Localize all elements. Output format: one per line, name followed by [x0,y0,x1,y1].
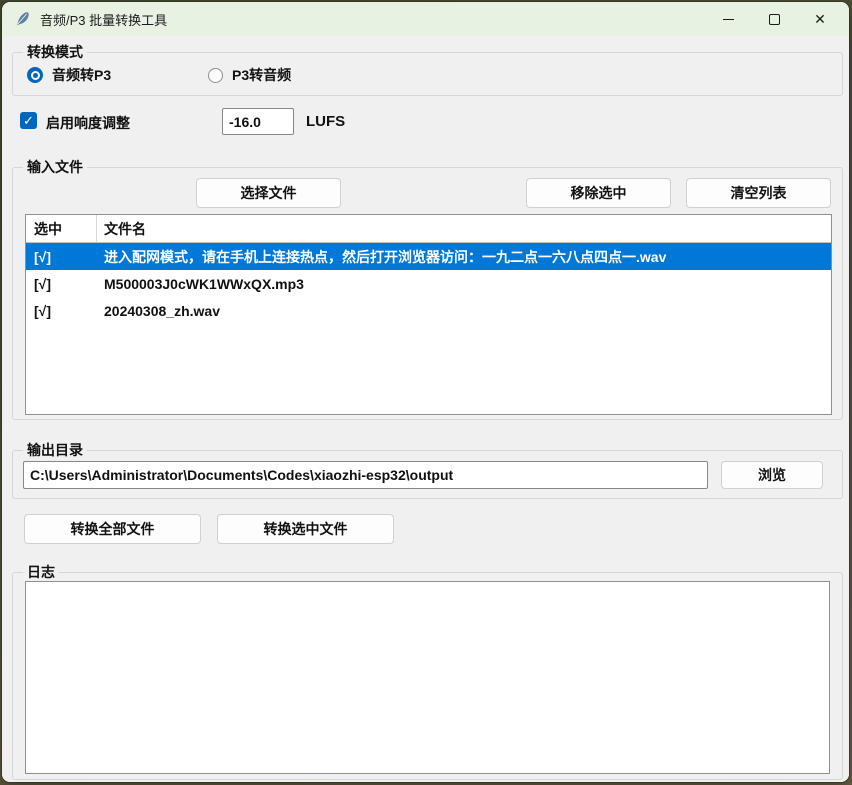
radio-selected-icon [27,67,43,83]
select-files-button[interactable]: 选择文件 [196,178,341,208]
close-button[interactable]: ✕ [797,2,843,36]
log-group-label: 日志 [23,563,59,582]
row-filename-cell: 进入配网模式，请在手机上连接热点，然后打开浏览器访问：一九二点一六八点四点一.w… [97,247,831,267]
mode-group-label: 转换模式 [23,43,87,62]
titlebar[interactable]: 音频/P3 批量转换工具 ✕ [2,2,849,36]
header-checked-column[interactable]: 选中 [26,215,97,242]
row-check-cell: [√] [26,276,97,292]
loudness-checkbox-label: 启用响度调整 [46,113,130,133]
browse-button[interactable]: 浏览 [721,461,823,489]
log-groupbox: 日志 [12,572,843,780]
file-list: 选中 文件名 [√] 进入配网模式，请在手机上连接热点，然后打开浏览器访问：一九… [25,214,832,415]
python-feather-icon[interactable] [15,11,30,27]
radio-unselected-icon [208,68,223,83]
header-filename-column[interactable]: 文件名 [97,215,831,242]
minimize-icon [723,19,734,20]
input-files-group-label: 输入文件 [23,158,87,177]
row-filename-cell: 20240308_zh.wav [97,303,831,319]
client-area: 转换模式 音频转P3 P3转音频 ✓ 启用响度调整 LUFS 输入文件 选择文件… [2,36,849,782]
output-dir-group-label: 输出目录 [23,441,87,460]
output-dir-groupbox: 输出目录 浏览 [12,450,843,499]
row-check-cell: [√] [26,249,97,265]
window-title: 音频/P3 批量转换工具 [40,10,167,29]
output-dir-input[interactable] [23,461,708,489]
minimize-button[interactable] [705,2,751,36]
app-window: 音频/P3 批量转换工具 ✕ 转换模式 音频转P3 P3转音频 ✓ 启用响度调整 [2,2,849,782]
close-icon: ✕ [814,12,826,26]
maximize-button[interactable] [751,2,797,36]
remove-selected-button[interactable]: 移除选中 [526,178,671,208]
row-check-cell: [√] [26,303,97,319]
checkmark-icon: ✓ [23,113,34,129]
desktop: { "titlebar": { "title": "音频/P3 批量转换工具",… [0,0,852,785]
mode-groupbox: 转换模式 音频转P3 P3转音频 [12,52,843,96]
log-textarea[interactable] [25,581,830,774]
radio-audio-to-p3[interactable]: 音频转P3 [27,65,111,85]
input-files-groupbox: 输入文件 选择文件 移除选中 清空列表 选中 文件名 [√] 进入配网模式，请在… [12,167,843,420]
radio-p3-to-audio-label: P3转音频 [232,65,291,85]
table-row[interactable]: [√] M500003J0cWK1WWxQX.mp3 [26,270,831,297]
loudness-checkbox[interactable]: ✓ [20,112,37,129]
caption-buttons: ✕ [705,2,843,36]
table-row[interactable]: [√] 进入配网模式，请在手机上连接热点，然后打开浏览器访问：一九二点一六八点四… [26,243,831,270]
row-filename-cell: M500003J0cWK1WWxQX.mp3 [97,276,831,292]
convert-all-button[interactable]: 转换全部文件 [24,514,201,544]
table-row[interactable]: [√] 20240308_zh.wav [26,297,831,324]
radio-p3-to-audio[interactable]: P3转音频 [208,65,291,85]
radio-audio-to-p3-label: 音频转P3 [52,65,111,85]
file-list-header: 选中 文件名 [26,215,831,243]
lufs-unit-label: LUFS [306,113,345,130]
lufs-input[interactable] [222,108,294,135]
convert-selected-button[interactable]: 转换选中文件 [217,514,394,544]
maximize-icon [769,14,780,25]
clear-list-button[interactable]: 清空列表 [686,178,831,208]
